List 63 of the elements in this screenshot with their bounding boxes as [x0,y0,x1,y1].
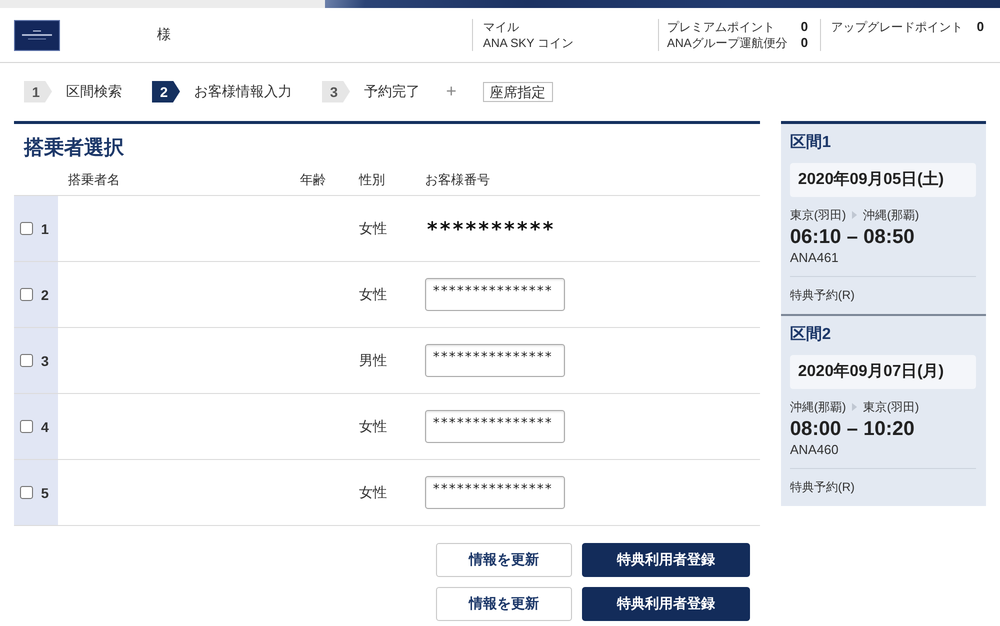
step-number: 1 [24,80,52,102]
passenger-checkbox[interactable] [20,486,33,499]
customer-number-text: ********** [427,216,556,240]
seat-selection-step: 座席指定 [482,82,553,102]
gender-text: 女性 [359,418,387,434]
gender-text: 女性 [359,220,387,236]
honorific-text: 様 [157,26,171,44]
update-button[interactable]: 情報を更新 [436,543,572,577]
flight-number: ANA461 [790,249,840,267]
customer-number-field[interactable]: *************** [425,278,565,311]
passenger-checkbox[interactable] [20,354,33,367]
fare-type: 特典予約(R) [790,276,976,305]
passenger-checkbox[interactable] [20,222,33,235]
step-number: 3 [322,80,350,102]
register-button[interactable]: 特典利用者登録 [582,587,750,621]
gender-text: 女性 [359,484,387,500]
miles-label: マイル [483,19,520,35]
row-number: 5 [41,484,49,500]
column-header: お客様番号 [425,171,491,189]
upgrade-points-value: 0 [976,19,984,35]
card-icon [14,20,60,50]
passenger-checkbox[interactable] [20,288,33,301]
customer-number-field[interactable]: *************** [425,344,565,377]
step-label: お客様情報入力 [194,82,292,100]
step-number: 2 [152,80,180,102]
update-button[interactable]: 情報を更新 [436,587,572,621]
flight-time: 06:10 – 08:50 [790,225,916,249]
sky-coin-label: ANA SKY コイン [483,35,574,51]
destination-text: 東京(羽田) [863,399,919,416]
column-header: 年齢 [300,171,327,189]
segment-title: 区間1 [790,133,832,153]
flight-time: 08:00 – 10:20 [790,417,916,441]
fare-type: 特典予約(R) [790,468,976,497]
column-header: 性別 [359,171,386,189]
origin-text: 沖縄(那覇) [790,399,846,416]
premium-points-value: 0 [800,19,808,35]
segment-title: 区間2 [790,325,832,345]
premium-points-label: プレミアムポイント [667,19,776,35]
section-title: 搭乗者選択 [24,136,125,161]
group-flights-label: ANAグループ運航便分 [667,35,789,51]
step-label: 区間検索 [66,82,122,100]
row-number: 3 [41,352,49,368]
flight-number: ANA460 [790,441,840,459]
upgrade-points-label: アップグレードポイント [831,19,964,35]
right-triangle-icon [852,403,857,411]
passenger-checkbox[interactable] [20,420,33,433]
column-header: 搭乗者名 [67,171,121,189]
row-number: 4 [41,418,49,434]
flight-date: 2020年09月07日(月) [790,355,976,389]
origin-text: 東京(羽田) [790,207,846,224]
gender-text: 男性 [359,352,387,368]
gender-text: 女性 [359,286,387,302]
destination-text: 沖縄(那覇) [863,207,919,224]
register-button[interactable]: 特典利用者登録 [582,543,750,577]
flight-date: 2020年09月05日(土) [790,163,976,197]
right-triangle-icon [852,211,857,219]
customer-number-field[interactable]: *************** [425,410,565,443]
customer-number-field[interactable]: *************** [425,476,565,509]
group-flights-value: 0 [800,35,808,51]
row-number: 1 [41,220,49,236]
row-number: 2 [41,286,49,302]
plus-sign: + [446,81,457,102]
step-label: 予約完了 [364,82,420,100]
